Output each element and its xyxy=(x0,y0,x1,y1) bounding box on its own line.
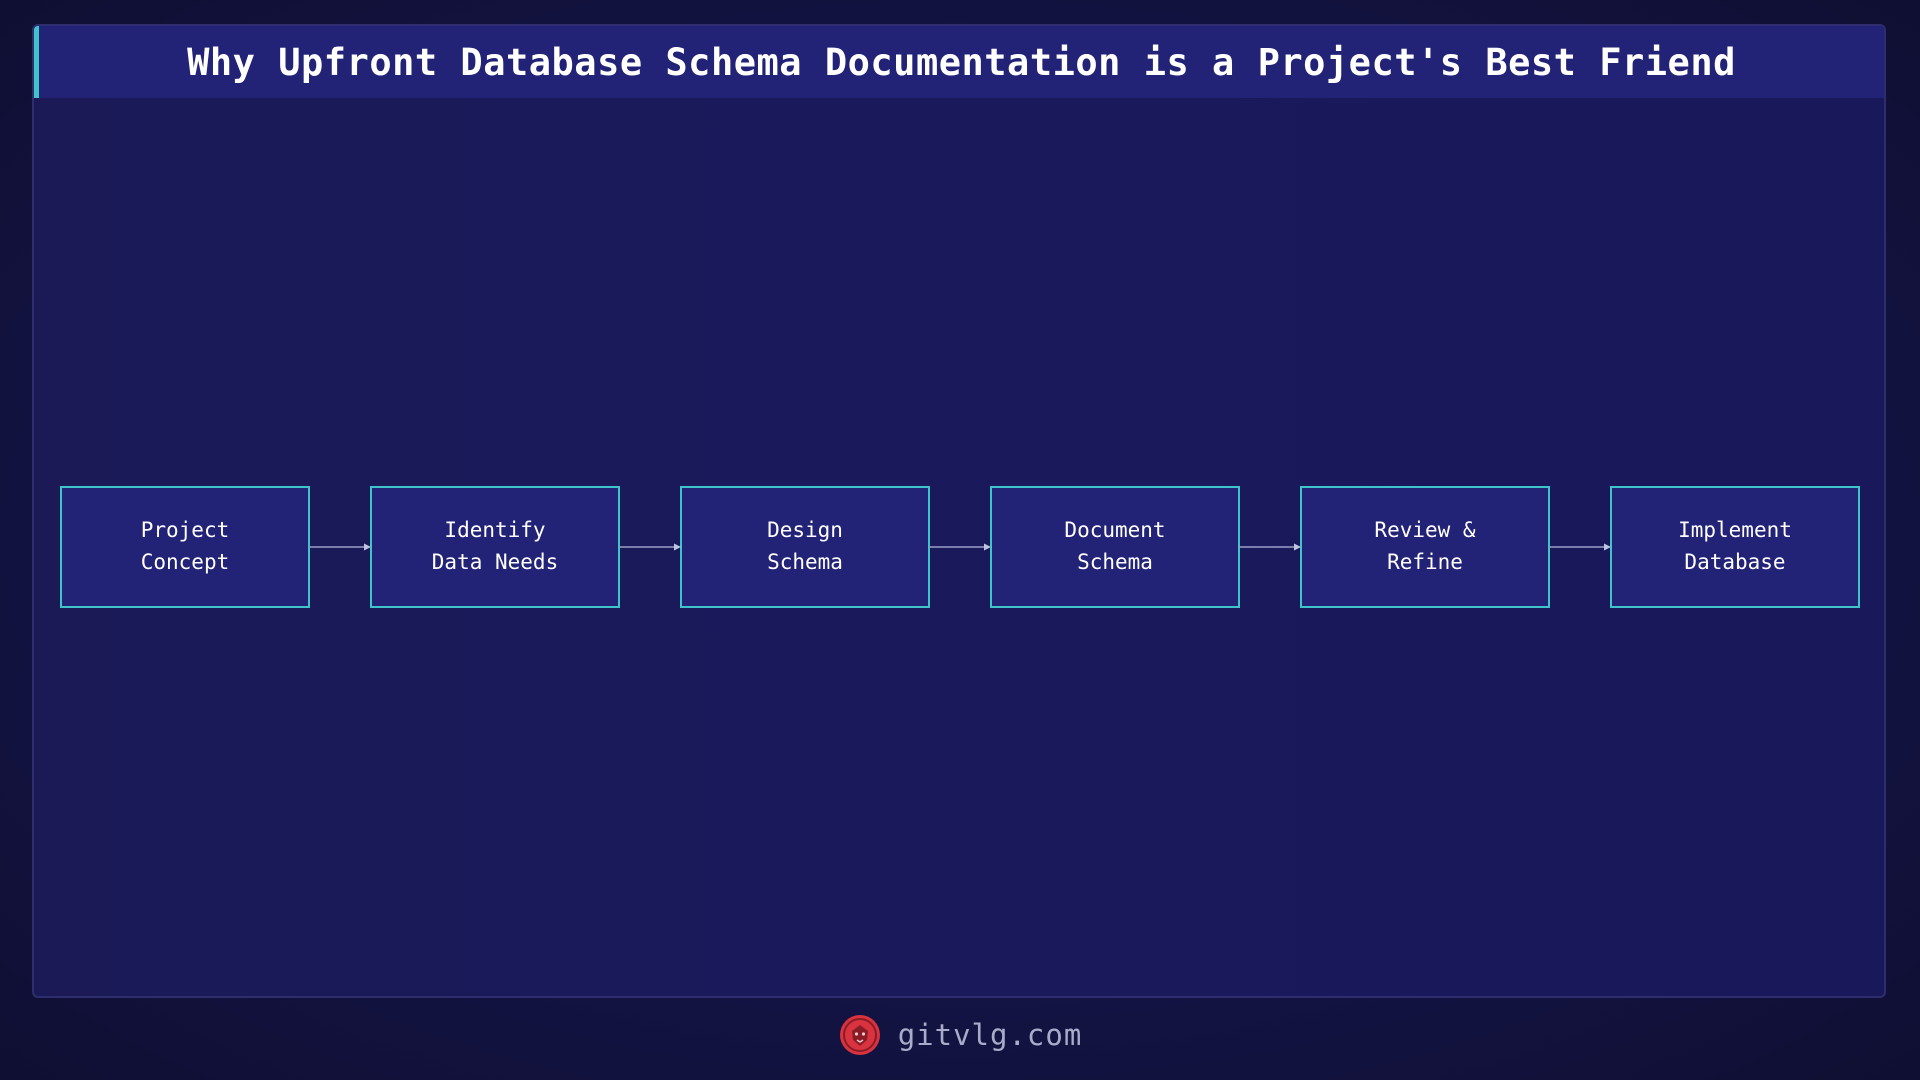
node-label: Identify xyxy=(444,518,545,542)
node-label: Concept xyxy=(141,550,230,574)
node-label: Schema xyxy=(1077,550,1153,574)
node-label: Review & xyxy=(1374,518,1476,542)
node-label: Implement xyxy=(1678,518,1792,542)
flow-diagram: Project Concept Identify Data Needs Design Sc… xyxy=(60,486,1860,608)
footer-site-link[interactable]: gitvlg.com xyxy=(898,1018,1083,1052)
node-n1: Project Concept xyxy=(60,486,310,608)
page: Why Upfront Database Schema Documentatio… xyxy=(0,0,1920,1080)
arrowhead-icon xyxy=(984,543,991,551)
lion-head-icon xyxy=(839,1015,880,1055)
arrowhead-icon xyxy=(1294,543,1301,551)
node-label: Schema xyxy=(767,550,843,574)
node-n6: Implement Database xyxy=(1610,486,1860,608)
node-box xyxy=(990,486,1240,608)
node-label: Database xyxy=(1684,550,1785,574)
node-n4: Document Schema xyxy=(990,486,1240,608)
node-label: Data Needs xyxy=(432,550,558,574)
diagram-panel: Why Upfront Database Schema Documentatio… xyxy=(32,24,1886,998)
node-box xyxy=(680,486,930,608)
node-box xyxy=(370,486,620,608)
footer: gitvlg.com xyxy=(0,1010,1920,1060)
arrowhead-icon xyxy=(674,543,681,551)
node-box xyxy=(1610,486,1860,608)
node-n5: Review & Refine xyxy=(1300,486,1550,608)
node-label: Design xyxy=(767,518,843,542)
node-box xyxy=(1300,486,1550,608)
node-label: Refine xyxy=(1387,550,1463,574)
node-label: Project xyxy=(141,518,230,542)
arrowhead-icon xyxy=(364,543,371,551)
node-n2: Identify Data Needs xyxy=(370,486,620,608)
node-n3: Design Schema xyxy=(680,486,930,608)
arrowhead-icon xyxy=(1604,543,1611,551)
node-label: Document xyxy=(1064,518,1165,542)
node-box xyxy=(60,486,310,608)
